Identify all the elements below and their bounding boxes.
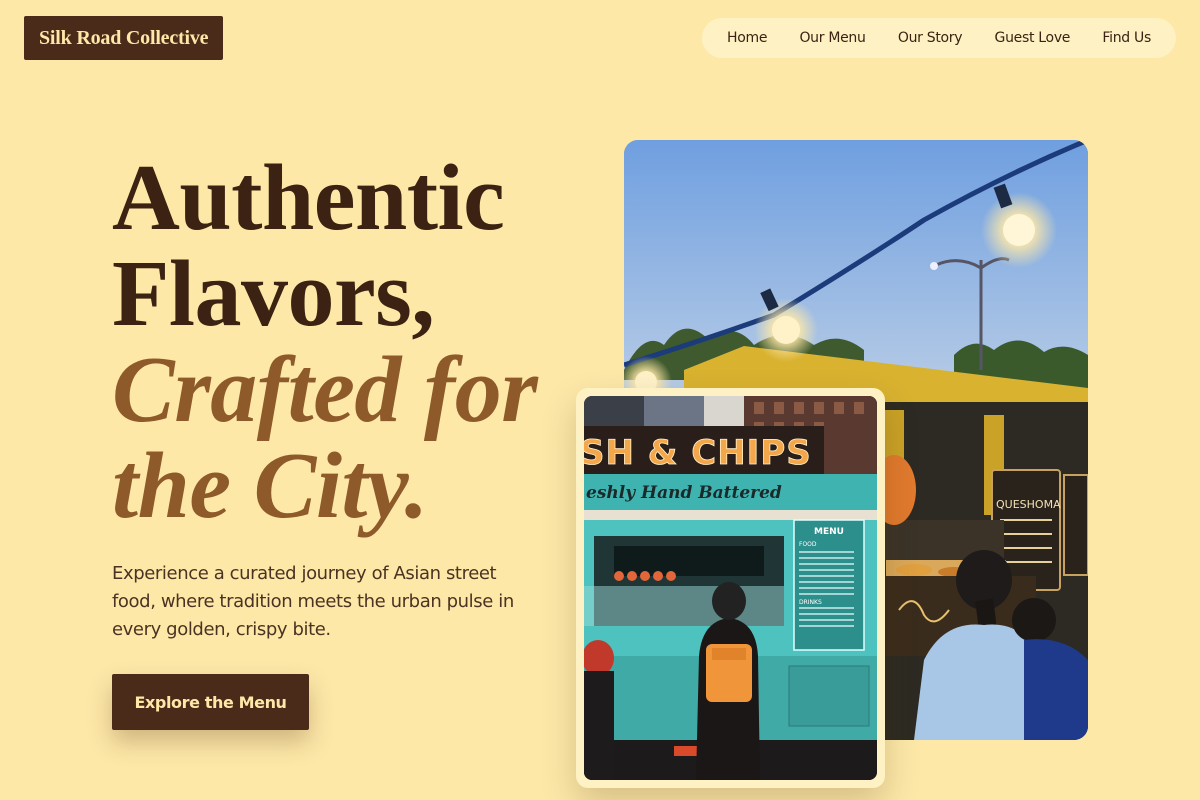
nav-item-our-story[interactable]: Our Story [898, 30, 963, 46]
truck-menu-title: MENU [814, 527, 844, 537]
truck-subsign-text: eshly Hand Battered [586, 483, 782, 503]
truck-sign-text: SH & CHIPS [584, 433, 812, 473]
explore-menu-button[interactable]: Explore the Menu [112, 674, 309, 730]
hero-headline-line-1: Authentic [112, 146, 505, 250]
hero-headline-line-3: Crafted for [112, 338, 538, 442]
truck-menu-drinks: DRINKS [799, 599, 822, 606]
hero-headline-line-4: the City. [112, 434, 428, 538]
hero-subtitle: Experience a curated journey of Asian st… [112, 563, 514, 640]
stall-sign-text: QUESHOMA [996, 498, 1061, 511]
hero-headline: Authentic Flavors, Crafted for the City. [112, 150, 592, 534]
main-nav: Home Our Menu Our Story Guest Love Find … [702, 18, 1176, 58]
hero-headline-line-2: Flavors, [112, 242, 435, 346]
nav-item-home[interactable]: Home [727, 30, 767, 46]
fish-chips-photo-card: SH & CHIPS eshly Hand Battered MENU FOOD [576, 388, 885, 788]
nav-item-find-us[interactable]: Find Us [1102, 30, 1151, 46]
nav-item-our-menu[interactable]: Our Menu [799, 30, 865, 46]
nav-item-guest-love[interactable]: Guest Love [995, 30, 1071, 46]
fish-chips-photo: SH & CHIPS eshly Hand Battered MENU FOOD [584, 396, 877, 780]
brand-logo[interactable]: Silk Road Collective [24, 16, 224, 60]
truck-menu-food: FOOD [799, 541, 817, 548]
fish-chips-illustration: SH & CHIPS eshly Hand Battered MENU FOOD [584, 396, 877, 780]
